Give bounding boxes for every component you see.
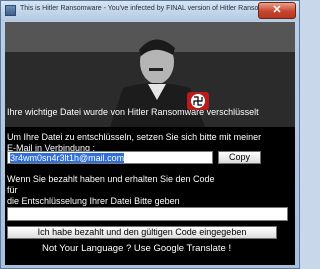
- window-title: This is Hitler Ransomware - You've infec…: [20, 5, 282, 12]
- code-input[interactable]: [7, 207, 288, 221]
- instructions-line-1: Um Ihre Datei zu entschlüsseln, setzen S…: [7, 132, 262, 142]
- app-icon: [5, 5, 16, 16]
- payment-line-3: die Entschlüsselung Ihrer Datei Bitte ge…: [7, 196, 180, 206]
- close-button[interactable]: ✕: [258, 2, 296, 19]
- email-value: 3r4wm0sn4r3lt1h@mail.com: [10, 153, 125, 163]
- email-field[interactable]: 3r4wm0sn4r3lt1h@mail.com: [7, 151, 213, 164]
- ransom-panel: Ihre wichtige Datei wurde von Hitler Ran…: [5, 22, 295, 265]
- title-bar[interactable]: This is Hitler Ransomware - You've infec…: [1, 1, 299, 21]
- ransomware-window: This is Hitler Ransomware - You've infec…: [0, 0, 300, 269]
- payment-line-2: für: [7, 185, 18, 195]
- translate-note: Not Your Language ? Use Google Translate…: [42, 243, 232, 254]
- payment-line-1: Wenn Sie bezahlt haben und erhalten Sie …: [7, 174, 215, 184]
- headline-text: Ihre wichtige Datei wurde von Hitler Ran…: [7, 107, 259, 117]
- copy-button[interactable]: Copy: [218, 151, 261, 164]
- submit-code-button[interactable]: Ich habe bezahlt und den gültigen Code e…: [7, 226, 277, 239]
